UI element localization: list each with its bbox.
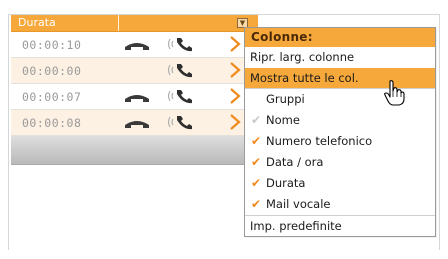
- duration-cell: 00:00:07: [22, 90, 82, 104]
- menu-item-label: Numero telefonico: [266, 134, 373, 148]
- calls-grid: Durata ▼ 00:00:10 00:00:00 00:00:07 00:0…: [11, 15, 258, 165]
- ringing-phone-icon[interactable]: [165, 35, 195, 53]
- duration-cell: 00:00:00: [22, 64, 82, 78]
- chevron-right-icon[interactable]: [229, 61, 241, 79]
- menu-item-restore-widths[interactable]: Ripr. larg. colonne: [245, 47, 435, 68]
- grid-header: Durata ▼: [11, 15, 258, 32]
- chevron-right-icon[interactable]: [229, 113, 241, 131]
- menu-item-label: Mail vocale: [266, 197, 331, 211]
- check-icon: ✔: [250, 155, 262, 169]
- check-icon: ✔: [250, 197, 262, 211]
- hand-cursor-icon: [384, 80, 405, 106]
- menu-item-mail-vocale[interactable]: ✔ Mail vocale: [245, 194, 435, 215]
- check-icon: ✔: [250, 134, 262, 148]
- table-row[interactable]: 00:00:08: [11, 110, 258, 136]
- menu-item-numero-telefonico[interactable]: ✔ Numero telefonico: [245, 131, 435, 152]
- menu-item-show-all[interactable]: Mostra tutte le col.: [245, 68, 435, 89]
- ringing-phone-icon[interactable]: [165, 87, 195, 105]
- table-row[interactable]: 00:00:00: [11, 58, 258, 84]
- hangup-handset-icon: [125, 43, 149, 50]
- menu-item-nome[interactable]: ✔ Nome: [245, 110, 435, 131]
- menu-item-label: Data / ora: [266, 155, 324, 169]
- menu-item-gruppi[interactable]: Gruppi: [245, 89, 435, 110]
- menu-item-durata[interactable]: ✔ Durata: [245, 173, 435, 194]
- columns-menu: Colonne: Ripr. larg. colonne Mostra tutt…: [244, 27, 436, 237]
- menu-item-label: Nome: [266, 113, 300, 127]
- ringing-phone-icon[interactable]: [165, 61, 195, 79]
- table-row[interactable]: 00:00:10: [11, 32, 258, 58]
- menu-title: Colonne:: [245, 28, 435, 47]
- table-row[interactable]: 00:00:07: [11, 84, 258, 110]
- column-header-durata[interactable]: Durata: [11, 15, 119, 31]
- chevron-right-icon[interactable]: [229, 35, 241, 53]
- chevron-right-icon[interactable]: [229, 87, 241, 105]
- check-icon: ✔: [250, 176, 262, 190]
- menu-item-label: Durata: [266, 176, 306, 190]
- duration-cell: 00:00:08: [22, 116, 82, 130]
- check-icon: ✔: [250, 113, 262, 127]
- grid-footer-bar: [11, 136, 258, 165]
- hangup-handset-icon: [125, 95, 149, 102]
- menu-item-label: Gruppi: [266, 92, 305, 106]
- ringing-phone-icon[interactable]: [165, 113, 195, 131]
- menu-item-data-ora[interactable]: ✔ Data / ora: [245, 152, 435, 173]
- menu-item-defaults[interactable]: Imp. predefinite: [245, 215, 435, 236]
- hangup-handset-icon: [125, 121, 149, 128]
- duration-cell: 00:00:10: [22, 38, 82, 52]
